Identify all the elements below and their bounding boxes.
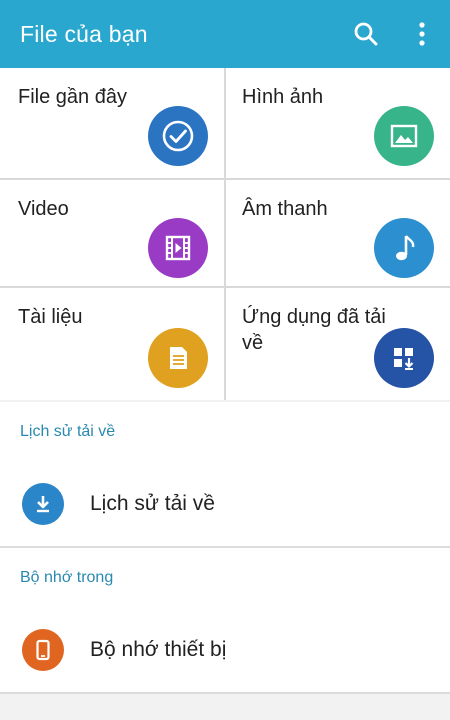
phone-icon [22, 629, 64, 671]
section-header-internal-storage: Bộ nhớ trong [0, 548, 450, 608]
category-grid: File gần đây Hình ảnh Video Âm thanh Tài… [0, 68, 450, 400]
category-label: Âm thanh [242, 198, 328, 220]
film-icon [148, 218, 208, 278]
image-icon [374, 106, 434, 166]
app-bar-actions [338, 0, 450, 68]
recent-files-icon [148, 106, 208, 166]
search-button[interactable] [338, 0, 394, 68]
category-label: Ứng dụng đã tải về [242, 306, 386, 354]
page-title: File của bạn [20, 20, 148, 47]
app-download-icon [374, 328, 434, 388]
category-downloaded-apps[interactable]: Ứng dụng đã tải về [226, 288, 450, 400]
download-history-label: Lịch sử tải về [90, 492, 215, 515]
app-bar: File của bạn [0, 0, 450, 68]
category-documents[interactable]: Tài liệu [0, 288, 224, 400]
download-icon [22, 483, 64, 525]
device-storage-item[interactable]: Bộ nhớ thiết bị [0, 608, 450, 692]
download-history-item[interactable]: Lịch sử tải về [0, 462, 450, 546]
document-icon [148, 328, 208, 388]
category-label: File gần đây [18, 86, 127, 108]
category-images[interactable]: Hình ảnh [226, 68, 450, 178]
divider [0, 692, 450, 694]
device-storage-label: Bộ nhớ thiết bị [90, 638, 227, 661]
category-audio[interactable]: Âm thanh [226, 180, 450, 286]
section-header-download-history: Lịch sử tải về [0, 402, 450, 462]
more-options-button[interactable] [394, 0, 450, 68]
music-note-icon [374, 218, 434, 278]
more-vert-icon [419, 22, 425, 46]
category-label: Hình ảnh [242, 86, 324, 108]
category-label: Tài liệu [18, 306, 83, 328]
category-label: Video [18, 198, 69, 220]
category-recent-files[interactable]: File gần đây [0, 68, 224, 178]
category-video[interactable]: Video [0, 180, 224, 286]
search-icon [354, 22, 378, 46]
